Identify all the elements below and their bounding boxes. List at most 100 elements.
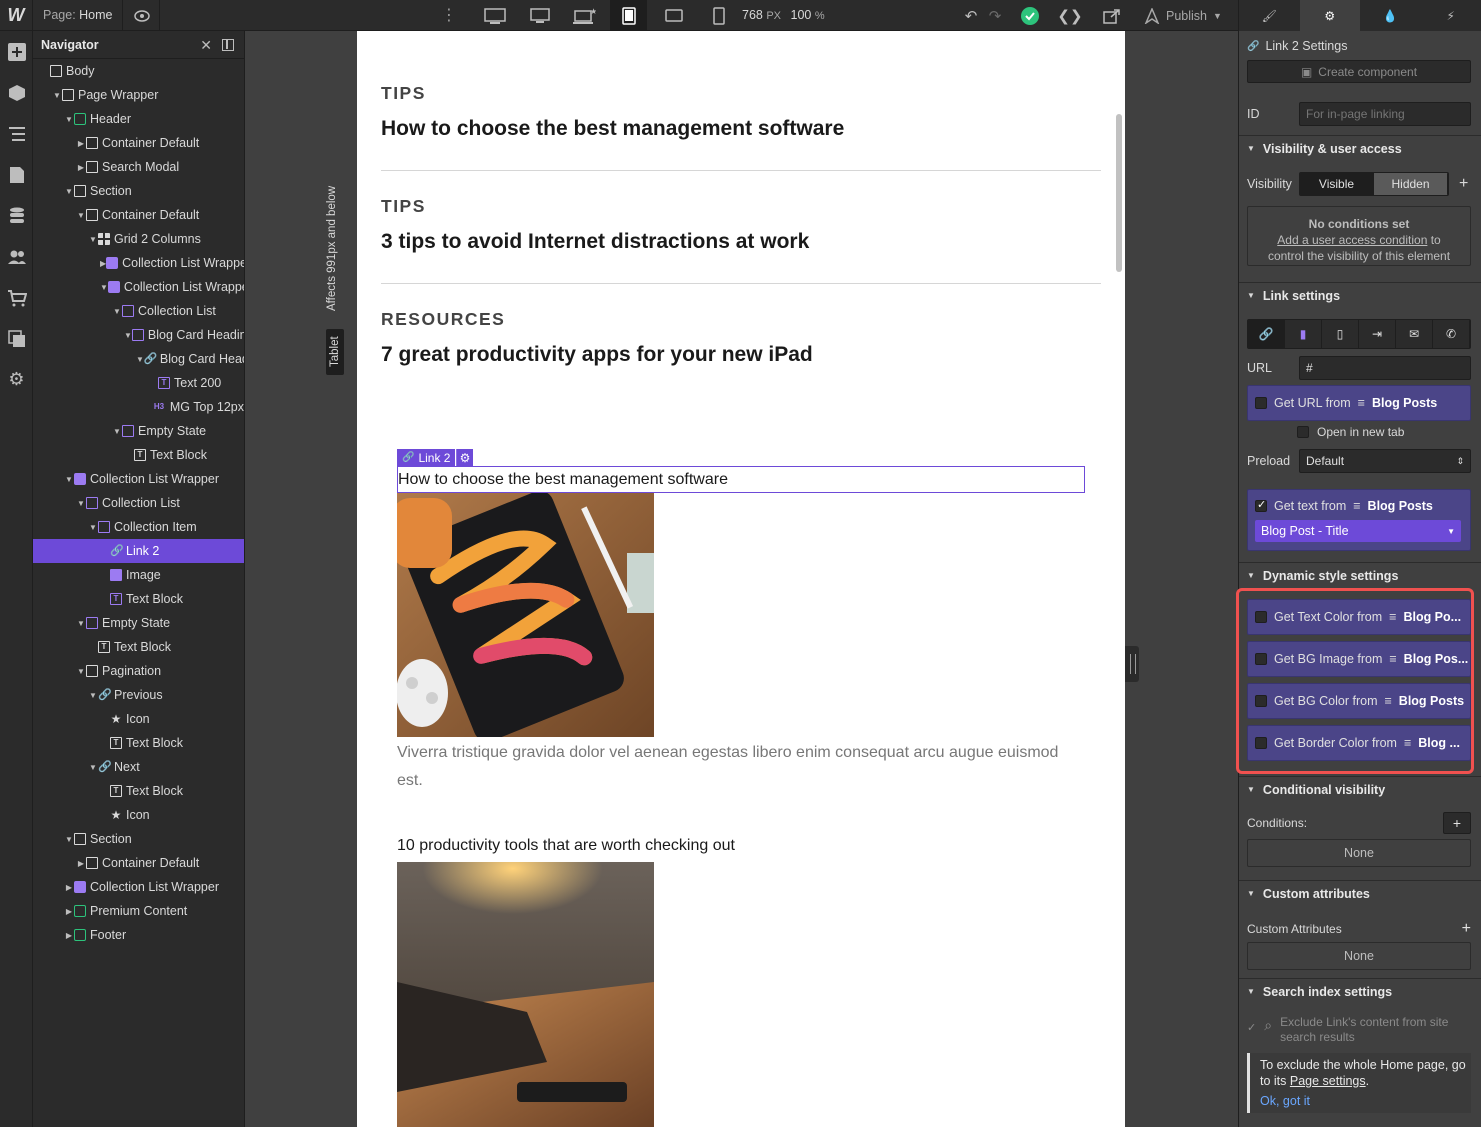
add-condition-link[interactable]: Add a user access condition <box>1277 233 1427 247</box>
post-link[interactable]: 10 productivity tools that are worth che… <box>397 837 735 855</box>
nav-node-link-2[interactable]: 🔗 Link 2 <box>33 539 244 563</box>
nav-node-header[interactable]: ▼ Header <box>33 107 244 131</box>
get-url-binding[interactable]: Get URL from ≡ Blog Posts <box>1247 385 1471 421</box>
caret-right-icon[interactable]: ▶ <box>76 859 86 868</box>
nav-node-icon[interactable]: ★ Icon <box>33 803 244 827</box>
close-icon[interactable]: ✕ <box>200 37 212 54</box>
nav-node-section[interactable]: ▼ Section <box>33 179 244 203</box>
mobile-portrait-icon[interactable] <box>700 0 737 31</box>
caret-down-icon[interactable]: ▼ <box>112 427 122 436</box>
nav-node-footer[interactable]: ▶ Footer <box>33 923 244 947</box>
nav-node-body[interactable]: Body <box>33 59 244 83</box>
navigator-icon[interactable] <box>0 113 33 154</box>
nav-node-search-modal[interactable]: ▶ Search Modal <box>33 155 244 179</box>
search-index-header[interactable]: ▼ Search index settings <box>1239 978 1481 1004</box>
preload-select[interactable]: Default ⇕ <box>1299 449 1471 473</box>
nav-node-previous[interactable]: ▼ 🔗 Previous <box>33 683 244 707</box>
caret-right-icon[interactable]: ▶ <box>64 907 74 916</box>
nav-node-mg-top[interactable]: H3 MG Top 12px <box>33 395 244 419</box>
mobile-landscape-icon[interactable] <box>655 0 692 31</box>
nav-node-container[interactable]: ▶ Container Default <box>33 851 244 875</box>
export-icon[interactable] <box>1097 0 1127 31</box>
tablet-icon[interactable] <box>610 0 647 31</box>
ok-got-it-link[interactable]: Ok, got it <box>1260 1093 1471 1109</box>
interactions-bolt-icon[interactable]: ⚡ <box>1421 0 1481 31</box>
dock-panel-icon[interactable] <box>222 39 234 51</box>
caret-right-icon[interactable]: ▶ <box>76 163 86 172</box>
add-attribute-icon[interactable]: + <box>1462 920 1471 938</box>
nav-node-text-block[interactable]: T Text Block <box>33 635 244 659</box>
section-link-icon[interactable]: ⇥ <box>1359 320 1396 348</box>
more-breakpoints-icon[interactable]: ⋮ <box>440 0 458 31</box>
nav-node-collection-list-wrapper[interactable]: ▶ Collection List Wrapper <box>33 251 244 275</box>
page-link-icon[interactable]: ▯ <box>1322 320 1359 348</box>
caret-down-icon[interactable]: ▼ <box>88 235 98 244</box>
caret-down-icon[interactable]: ▼ <box>88 523 98 532</box>
collection-page-icon[interactable]: ▮ <box>1285 320 1322 348</box>
caret-down-icon[interactable]: ▼ <box>64 475 74 484</box>
nav-node-empty-state[interactable]: ▼ Empty State <box>33 611 244 635</box>
add-icon[interactable]: + <box>1459 175 1468 193</box>
base-breakpoint-icon[interactable]: ★ <box>565 0 602 31</box>
users-icon[interactable] <box>0 236 33 277</box>
nav-node-icon[interactable]: ★ Icon <box>33 707 244 731</box>
ecommerce-cart-icon[interactable] <box>0 277 33 318</box>
url-input[interactable]: # <box>1299 356 1471 380</box>
visible-option[interactable]: Visible <box>1300 173 1374 195</box>
nav-node-container[interactable]: ▼ Container Default <box>33 203 244 227</box>
nav-node-collection-list-wrapper[interactable]: ▶ Collection List Wrapper <box>33 875 244 899</box>
nav-node-container[interactable]: ▶ Container Default <box>33 131 244 155</box>
caret-down-icon[interactable]: ▼ <box>64 187 74 196</box>
zoom-value[interactable]: 100 <box>791 8 812 22</box>
style-brush-icon[interactable]: 🖌 <box>1239 0 1300 31</box>
nav-node-section[interactable]: ▼ Section <box>33 827 244 851</box>
cms-database-icon[interactable] <box>0 195 33 236</box>
nav-node-collection-list-wrapper[interactable]: ▼ Collection List Wrapper <box>33 275 244 299</box>
nav-node-text-200[interactable]: T Text 200 <box>33 371 244 395</box>
caret-down-icon[interactable]: ▼ <box>88 763 98 772</box>
preview-eye-icon[interactable] <box>124 0 160 31</box>
caret-right-icon[interactable]: ▶ <box>76 139 86 148</box>
selected-link[interactable]: How to choose the best management softwa… <box>397 466 1085 493</box>
nav-node-collection-item[interactable]: ▼ Collection Item <box>33 515 244 539</box>
nav-node-collection-list-wrapper[interactable]: ▼ Collection List Wrapper <box>33 467 244 491</box>
hidden-option[interactable]: Hidden <box>1374 173 1448 195</box>
caret-down-icon[interactable]: ▼ <box>112 307 122 316</box>
caret-down-icon[interactable]: ▼ <box>52 91 62 100</box>
nav-node-grid[interactable]: ▼ Grid 2 Columns <box>33 227 244 251</box>
visibility-section-header[interactable]: ▼ Visibility & user access <box>1239 135 1481 161</box>
nav-node-collection-list[interactable]: ▼ Collection List <box>33 299 244 323</box>
nav-node-next[interactable]: ▼ 🔗 Next <box>33 755 244 779</box>
settings-gear-icon[interactable]: ⚙ <box>0 359 33 400</box>
page-settings-link[interactable]: Page settings <box>1290 1074 1366 1088</box>
phone-icon[interactable]: ✆ <box>1433 320 1470 348</box>
nav-node-pagination[interactable]: ▼ Pagination <box>33 659 244 683</box>
desktop-large-icon[interactable] <box>476 0 513 31</box>
caret-down-icon[interactable]: ▼ <box>136 355 144 364</box>
add-condition-button[interactable]: + <box>1443 812 1471 834</box>
create-component-button[interactable]: ▣ Create component <box>1247 60 1471 83</box>
nav-node-page-wrapper[interactable]: ▼ Page Wrapper <box>33 83 244 107</box>
width-value[interactable]: 768 <box>742 8 763 22</box>
add-elements-icon[interactable] <box>0 31 33 72</box>
nav-node-premium-content[interactable]: ▶ Premium Content <box>33 899 244 923</box>
post-item[interactable]: RESOURCES 7 great productivity apps for … <box>381 309 1101 367</box>
canvas-scrollbar[interactable] <box>1116 114 1122 272</box>
caret-down-icon[interactable]: ▼ <box>100 283 108 292</box>
selected-element-label[interactable]: 🔗 Link 2 ⚙ <box>397 449 473 466</box>
desktop-icon[interactable] <box>521 0 558 31</box>
dynamic-style-header[interactable]: ▼ Dynamic style settings <box>1239 562 1481 588</box>
caret-right-icon[interactable]: ▶ <box>64 883 74 892</box>
caret-down-icon[interactable]: ▼ <box>64 115 74 124</box>
post-item[interactable]: TIPS How to choose the best management s… <box>381 83 1101 141</box>
post-item[interactable]: TIPS 3 tips to avoid Internet distractio… <box>381 196 1101 254</box>
caret-down-icon[interactable]: ▼ <box>64 835 74 844</box>
nav-node-blog-card-heading-link[interactable]: ▼🔗Blog Card Heading <box>33 347 244 371</box>
get-url-checkbox[interactable] <box>1255 397 1267 409</box>
link-settings-header[interactable]: ▼ Link settings <box>1239 282 1481 308</box>
canvas-resize-handle[interactable] <box>1125 646 1139 682</box>
nav-node-collection-list[interactable]: ▼ Collection List <box>33 491 244 515</box>
custom-attributes-header[interactable]: ▼ Custom attributes <box>1239 880 1481 906</box>
settings-gear-icon[interactable]: ⚙ <box>1299 0 1360 31</box>
caret-down-icon[interactable]: ▼ <box>88 691 98 700</box>
